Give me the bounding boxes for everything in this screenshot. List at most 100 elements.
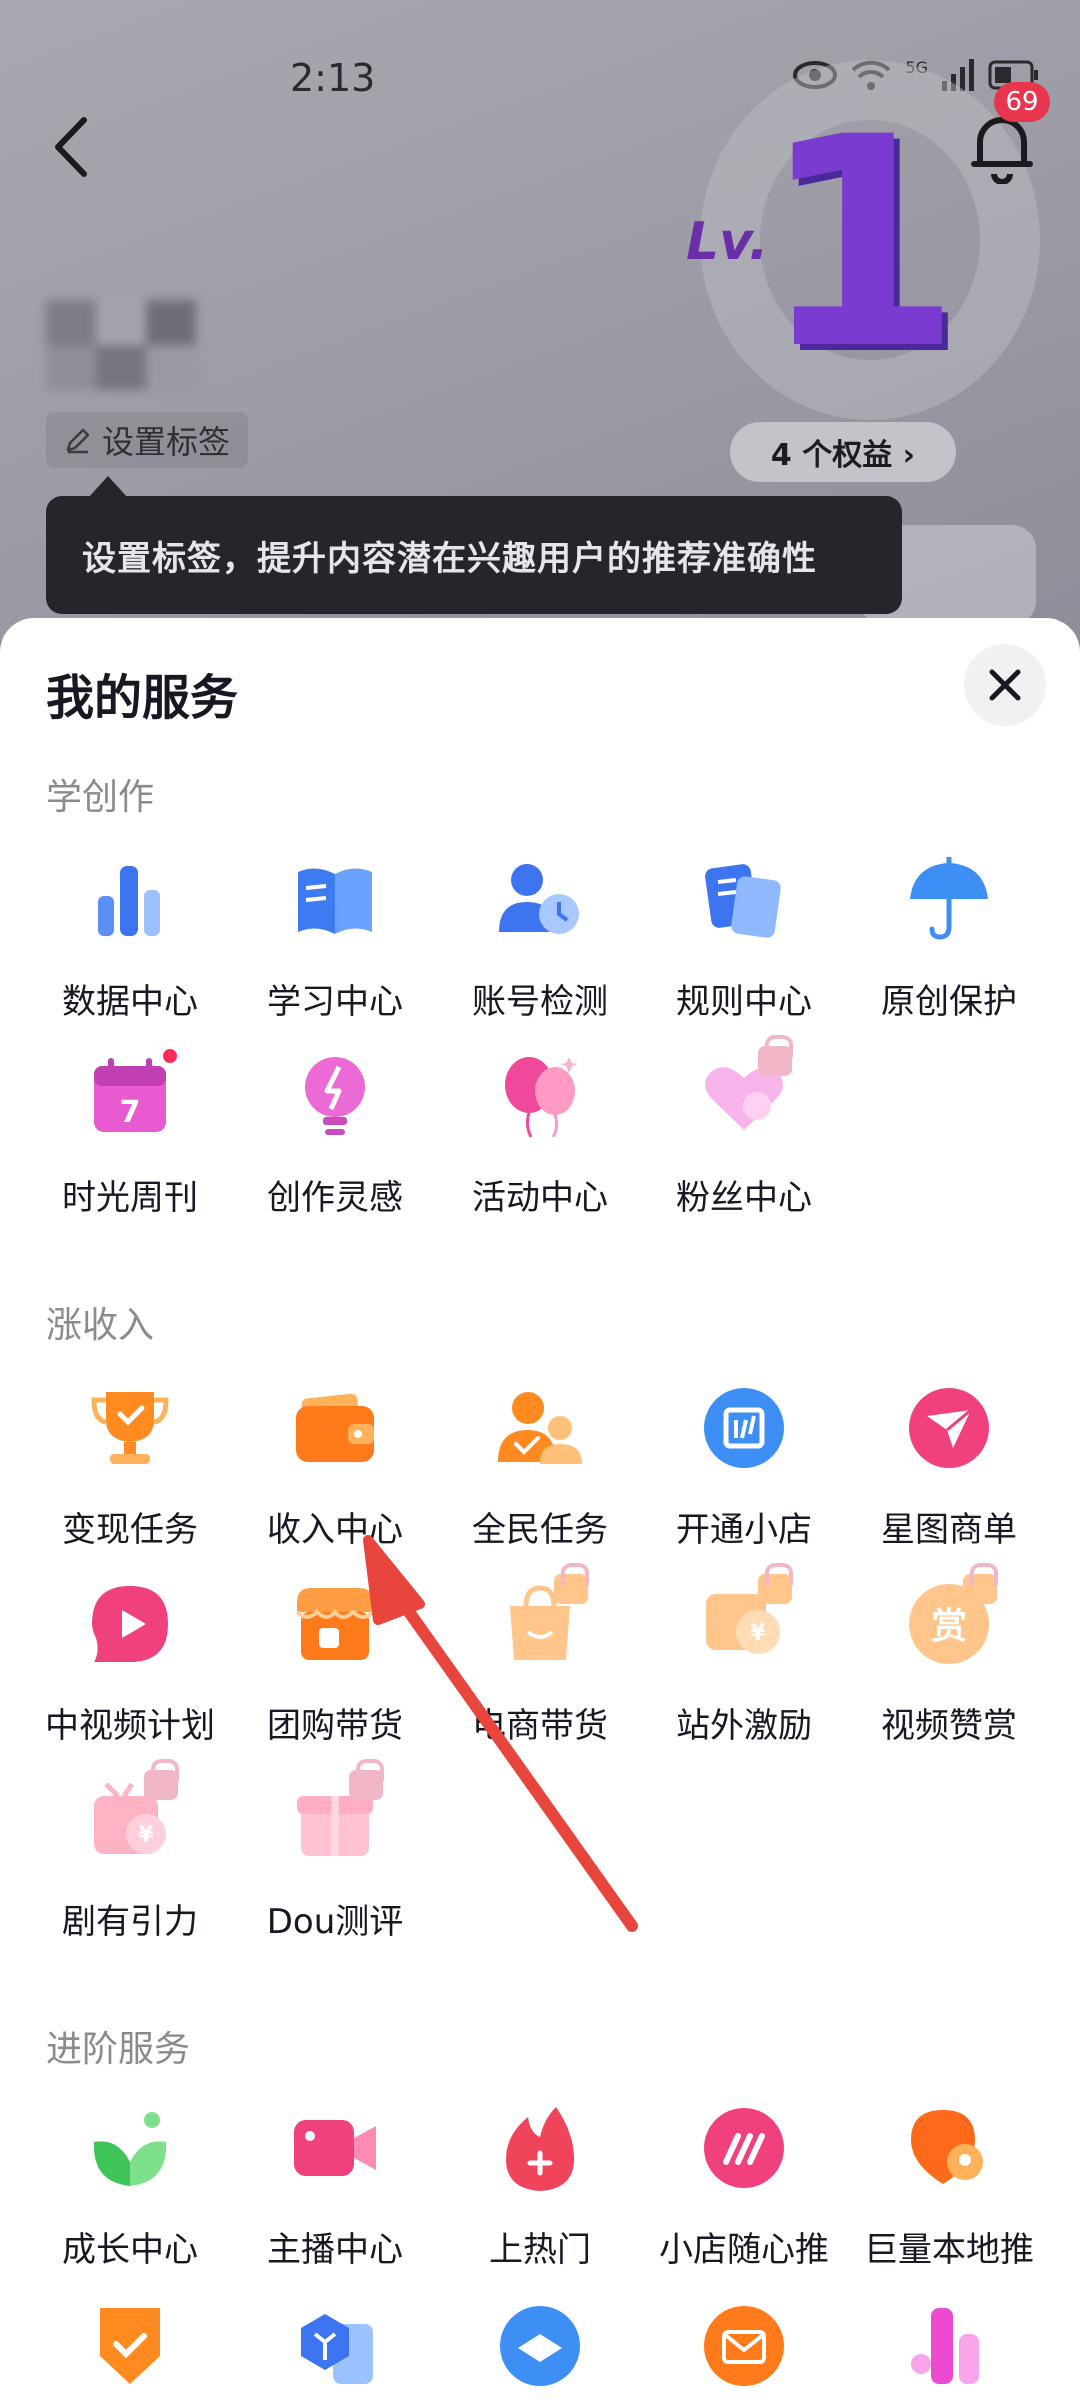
service-label: 开通小店 <box>676 1510 812 1550</box>
sheet-title: 我的服务 <box>46 670 239 726</box>
service-label: 中视频计划 <box>45 1706 215 1746</box>
shopping-bag-icon <box>490 1563 590 1674</box>
svg-text:¥: ¥ <box>750 1621 766 1646</box>
clapper-icon: ¥ <box>80 1759 180 1870</box>
medal-icon <box>80 2296 180 2396</box>
play-icon <box>80 1574 180 1674</box>
back-button[interactable] <box>40 112 100 182</box>
tooltip-arrow <box>88 476 128 498</box>
service-partial-1[interactable] <box>22 2296 238 2400</box>
service-streamer-center[interactable]: 主播中心 <box>227 2098 443 2278</box>
service-partial-3[interactable] <box>432 2296 648 2400</box>
service-drama-gravity[interactable]: ¥ 剧有引力 <box>22 1759 238 1950</box>
lightbulb-icon <box>285 1046 385 1146</box>
service-label: 巨量本地推 <box>864 2230 1034 2270</box>
reward-icon: 赏 <box>899 1563 999 1674</box>
balloon-icon <box>490 1046 590 1146</box>
service-trending[interactable]: 上热门 <box>432 2098 648 2278</box>
book-icon <box>285 850 385 950</box>
service-label: 规则中心 <box>676 982 812 1022</box>
level-badge: Lv. 1 <box>680 100 1010 420</box>
service-partial-2[interactable] <box>227 2296 443 2400</box>
benefits-button[interactable]: 4 个权益 › <box>730 422 956 482</box>
service-creative-inspiration[interactable]: 创作灵感 <box>227 1046 443 1226</box>
username-blurred <box>46 300 196 390</box>
lock-icon <box>554 1563 589 1604</box>
lock-icon <box>349 1759 384 1800</box>
location-pin-icon <box>899 2098 999 2198</box>
service-mid-video-plan[interactable]: 中视频计划 <box>22 1574 238 1754</box>
document-icon <box>694 850 794 950</box>
svg-text:¥: ¥ <box>138 1823 154 1848</box>
service-shop-boost[interactable]: 小店随心推 <box>636 2098 852 2278</box>
set-tag-label: 设置标签 <box>102 423 231 461</box>
service-public-tasks[interactable]: 全民任务 <box>432 1378 648 1558</box>
boost-icon <box>694 2098 794 2198</box>
service-label: 视频赞赏 <box>881 1706 1017 1746</box>
service-local-promo[interactable]: 巨量本地推 <box>841 2098 1057 2278</box>
service-data-center[interactable]: 数据中心 <box>22 850 238 1030</box>
service-label: 团购带货 <box>267 1706 403 1746</box>
cube-icon <box>285 2296 385 2396</box>
close-icon <box>989 669 1021 701</box>
service-time-weekly[interactable]: 7 时光周刊 <box>22 1046 238 1226</box>
trophy-icon <box>80 1378 180 1478</box>
service-label: 原创保护 <box>881 982 1017 1022</box>
users-icon <box>490 1378 590 1478</box>
service-partial-4[interactable] <box>636 2296 852 2400</box>
service-star-orders[interactable]: 星图商单 <box>841 1378 1057 1558</box>
service-ecommerce-sales[interactable]: 电商带货 <box>432 1563 648 1754</box>
new-badge-dot <box>160 1046 180 1066</box>
service-income-center[interactable]: 收入中心 <box>227 1378 443 1558</box>
layers-icon <box>490 2296 590 2396</box>
service-dou-review[interactable]: Dou测评 <box>227 1759 443 1950</box>
service-activity-center[interactable]: 活动中心 <box>432 1046 648 1226</box>
lock-icon <box>758 1035 793 1076</box>
service-label: 变现任务 <box>62 1510 198 1550</box>
service-label: 活动中心 <box>472 1178 608 1218</box>
service-label: 全民任务 <box>472 1510 608 1550</box>
service-label: 剧有引力 <box>62 1902 198 1942</box>
service-original-protection[interactable]: 原创保护 <box>841 850 1057 1030</box>
service-monetize-tasks[interactable]: 变现任务 <box>22 1378 238 1558</box>
service-label: 账号检测 <box>472 982 608 1022</box>
service-label: 星图商单 <box>881 1510 1017 1550</box>
service-video-tips[interactable]: 赏 视频赞赏 <box>841 1563 1057 1754</box>
level-prefix: Lv. <box>686 212 769 272</box>
service-offsite-incentive[interactable]: ¥ 站外激励 <box>636 1563 852 1754</box>
service-label: 上热门 <box>489 2230 591 2270</box>
video-coin-icon: ¥ <box>694 1563 794 1674</box>
service-account-check[interactable]: 账号检测 <box>432 850 648 1030</box>
star-map-icon <box>899 1378 999 1478</box>
service-open-shop[interactable]: 开通小店 <box>636 1378 852 1558</box>
service-label: 主播中心 <box>267 2230 403 2270</box>
service-label: 收入中心 <box>267 1510 403 1550</box>
service-rules-center[interactable]: 规则中心 <box>636 850 852 1030</box>
close-button[interactable] <box>964 644 1046 726</box>
service-growth-center[interactable]: 成长中心 <box>22 2098 238 2278</box>
service-label: Dou测评 <box>266 1902 404 1942</box>
service-label: 数据中心 <box>62 982 198 1022</box>
set-tag-button[interactable]: 设置标签 <box>46 412 249 468</box>
umbrella-icon <box>899 850 999 950</box>
flask-icon <box>899 2296 999 2396</box>
calendar-icon: 7 <box>80 1046 180 1146</box>
wallet-icon <box>285 1378 385 1478</box>
lock-icon <box>144 1759 179 1800</box>
service-learning-center[interactable]: 学习中心 <box>227 850 443 1030</box>
status-time: 2:13 <box>290 56 376 100</box>
leaf-icon <box>80 2098 180 2198</box>
section-title-income: 涨收入 <box>46 1305 155 1346</box>
service-label: 小店随心推 <box>659 2230 829 2270</box>
mail-icon <box>694 2296 794 2396</box>
my-services-sheet: 我的服务 学创作 数据中心 学习中心 账号检测 规则中心 原创保护 7 时光周刊… <box>0 618 1080 2400</box>
service-fan-center[interactable]: 粉丝中心 <box>636 1035 852 1226</box>
shop-icon <box>694 1378 794 1478</box>
bar-chart-icon <box>80 850 180 950</box>
svg-text:7: 7 <box>120 1095 141 1130</box>
lock-icon <box>963 1563 998 1604</box>
service-partial-5[interactable] <box>841 2296 1057 2400</box>
service-label: 站外激励 <box>676 1706 812 1746</box>
notification-badge: 69 <box>994 82 1050 122</box>
service-group-buy[interactable]: 团购带货 <box>227 1574 443 1754</box>
